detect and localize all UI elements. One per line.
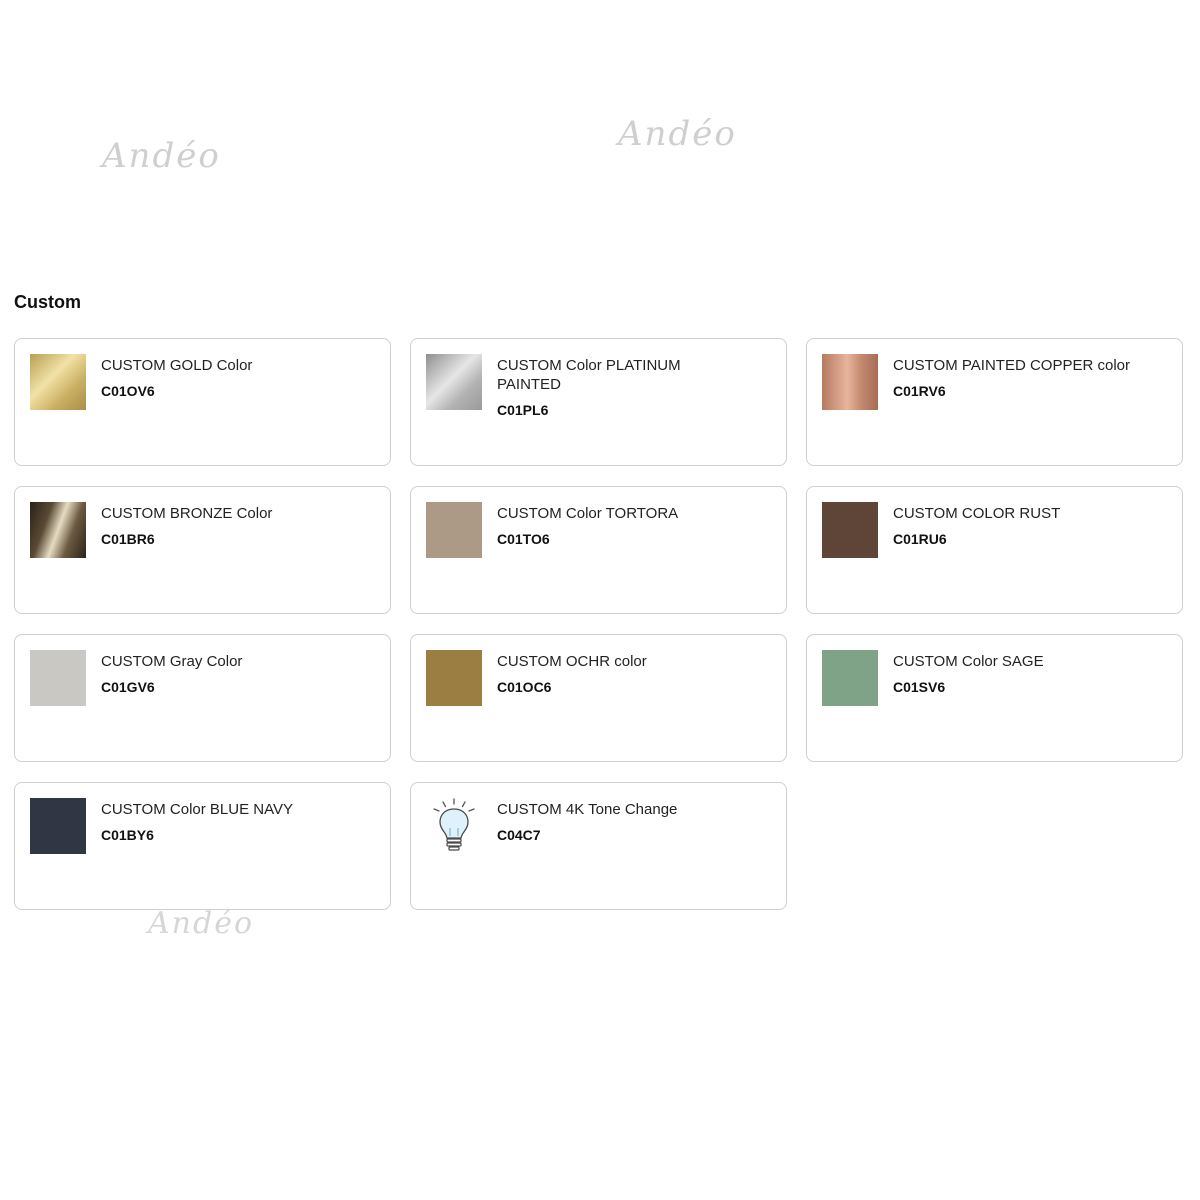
- color-code: C01GV6: [101, 679, 155, 695]
- color-name: CUSTOM COLOR RUST: [893, 505, 1061, 522]
- color-swatch: [426, 354, 482, 410]
- watermark-logo: Andéo: [618, 114, 737, 154]
- section-title: Custom: [14, 292, 81, 312]
- light-bulb-icon: [426, 798, 482, 854]
- color-name: CUSTOM Color PLATINUM PAINTED: [497, 357, 681, 393]
- color-option-card[interactable]: CUSTOM COLOR RUST C01RU6: [806, 486, 1183, 614]
- color-code: C04C7: [497, 827, 541, 843]
- color-option-card[interactable]: CUSTOM Color TORTORA C01TO6: [410, 486, 787, 614]
- color-code: C01RV6: [893, 383, 946, 399]
- color-code: C01OC6: [497, 679, 552, 695]
- color-name: CUSTOM OCHR color: [497, 653, 647, 670]
- color-swatch: [426, 650, 482, 706]
- color-name: CUSTOM GOLD Color: [101, 357, 253, 374]
- color-code: C01RU6: [893, 531, 947, 547]
- color-option-card[interactable]: CUSTOM GOLD Color C01OV6: [14, 338, 391, 466]
- color-name: CUSTOM Color BLUE NAVY: [101, 801, 293, 818]
- color-option-card[interactable]: CUSTOM Color BLUE NAVY C01BY6: [14, 782, 391, 910]
- color-swatch: [30, 354, 86, 410]
- color-code: C01BR6: [101, 531, 155, 547]
- color-name: CUSTOM Gray Color: [101, 653, 243, 670]
- page: Andéo Andéo Andéo Custom CUSTOM GOLD Col…: [0, 0, 1200, 1200]
- color-name: CUSTOM Color SAGE: [893, 653, 1044, 670]
- color-option-card[interactable]: CUSTOM Gray Color C01GV6: [14, 634, 391, 762]
- color-option-card[interactable]: CUSTOM 4K Tone Change C04C7: [410, 782, 787, 910]
- color-code: C01PL6: [497, 402, 549, 418]
- color-options-grid: CUSTOM GOLD Color C01OV6 CUSTOM Color PL…: [14, 338, 1184, 910]
- color-code: C01TO6: [497, 531, 550, 547]
- watermark-logo: Andéo: [148, 906, 255, 941]
- color-swatch: [30, 650, 86, 706]
- color-swatch: [822, 650, 878, 706]
- color-swatch: [822, 354, 878, 410]
- color-swatch: [30, 798, 86, 854]
- color-name: CUSTOM Color TORTORA: [497, 505, 679, 522]
- color-option-card[interactable]: CUSTOM PAINTED COPPER color C01RV6: [806, 338, 1183, 466]
- color-name: CUSTOM 4K Tone Change: [497, 801, 678, 818]
- color-swatch: [426, 502, 482, 558]
- watermark-logo: Andéo: [102, 136, 221, 176]
- color-swatch: [30, 502, 86, 558]
- color-code: C01SV6: [893, 679, 946, 695]
- color-code: C01BY6: [101, 827, 154, 843]
- color-option-card[interactable]: CUSTOM Color PLATINUM PAINTED C01PL6: [410, 338, 787, 466]
- color-option-card[interactable]: CUSTOM OCHR color C01OC6: [410, 634, 787, 762]
- color-name: CUSTOM BRONZE Color: [101, 505, 273, 522]
- color-code: C01OV6: [101, 383, 155, 399]
- color-name: CUSTOM PAINTED COPPER color: [893, 357, 1130, 374]
- color-swatch: [822, 502, 878, 558]
- color-option-card[interactable]: CUSTOM BRONZE Color C01BR6: [14, 486, 391, 614]
- color-option-card[interactable]: CUSTOM Color SAGE C01SV6: [806, 634, 1183, 762]
